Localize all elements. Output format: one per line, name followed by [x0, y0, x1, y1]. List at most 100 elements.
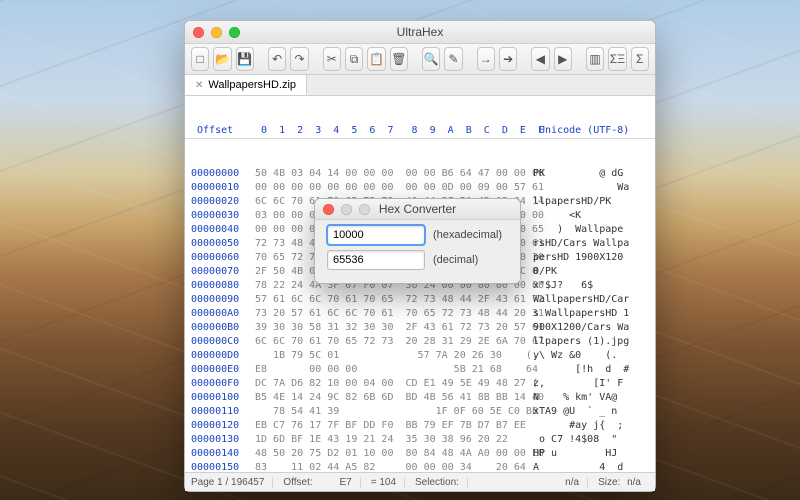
close-icon[interactable] [193, 27, 204, 38]
offset-cell: 00000110 [185, 405, 255, 419]
hex-row[interactable]: 000001301D 6D BF 1E 43 19 21 24 35 30 38… [185, 433, 655, 447]
hex-row[interactable]: 0000015083 11 02 44 A5 82 00 00 00 34 20… [185, 461, 655, 472]
titlebar[interactable]: UltraHex [185, 21, 655, 44]
ascii-cell[interactable]: s WallpapersHD 1 [527, 307, 655, 321]
ascii-cell[interactable]: #ay j{ ; [527, 419, 655, 433]
hex-row[interactable]: 000000B039 30 30 58 31 32 30 30 2F 43 61… [185, 321, 655, 335]
hex-row[interactable]: 000000C06C 6C 70 61 70 65 72 73 20 28 31… [185, 335, 655, 349]
transform-icon[interactable]: ΣΞ [608, 47, 626, 71]
decimal-input[interactable] [327, 250, 425, 270]
hex-row[interactable]: 000000D0 1B 79 5C 01 57 7A 20 26 30 (.y\… [185, 349, 655, 363]
offset-cell: 000000F0 [185, 377, 255, 391]
bytes-cell[interactable]: 00 00 00 00 00 00 00 00 00 00 0D 00 09 0… [255, 181, 527, 195]
ascii-cell[interactable]: llpapers (1).jpg [527, 335, 655, 349]
delete-icon[interactable]: 🗑 [390, 47, 408, 71]
bytes-cell[interactable]: E8 00 00 00 5B 21 68 64 [255, 363, 527, 377]
toolbar: □📂💾 ↶↷ ✂⧉📋🗑 🔍✎ →➔ ◀▶ ▥ΣΞΣ [185, 44, 655, 75]
sigma-icon[interactable]: Σ [631, 47, 649, 71]
bytes-cell[interactable]: DC 7A D6 82 10 00 04 00 CD E1 49 5E 49 4… [255, 377, 527, 391]
ascii-cell[interactable]: x"$J? 6$ [527, 279, 655, 293]
modal-titlebar[interactable]: Hex Converter [315, 199, 520, 220]
redo-icon[interactable]: ↷ [290, 47, 308, 71]
hex-row[interactable]: 0000014048 50 20 75 D2 01 10 00 80 84 48… [185, 447, 655, 461]
new-file-icon[interactable]: □ [191, 47, 209, 71]
ascii-cell[interactable]: ) Wallpape [527, 223, 655, 237]
hex-row[interactable]: 000000E0E8 00 00 00 5B 21 68 64 [!h d # [185, 363, 655, 377]
offset-cell: 00000050 [185, 237, 255, 251]
hex-row[interactable]: 0000000050 4B 03 04 14 00 00 00 00 00 B6… [185, 167, 655, 181]
bytes-cell[interactable]: 1B 79 5C 01 57 7A 20 26 30 (. [255, 349, 527, 363]
step-back-icon[interactable]: ◀ [531, 47, 549, 71]
open-file-icon[interactable]: 📂 [213, 47, 231, 71]
paste-icon[interactable]: 📋 [367, 47, 385, 71]
bytes-cell[interactable]: 73 20 57 61 6C 6C 70 61 70 65 72 73 48 4… [255, 307, 527, 321]
save-icon[interactable]: 💾 [236, 47, 254, 71]
zoom-icon[interactable] [229, 27, 240, 38]
ascii-cell[interactable]: 0/PK [527, 265, 655, 279]
bytes-cell[interactable]: 48 50 20 75 D2 01 10 00 80 84 48 4A A0 0… [255, 447, 527, 461]
undo-icon[interactable]: ↶ [268, 47, 286, 71]
inspect-icon[interactable]: ✎ [444, 47, 462, 71]
ascii-cell[interactable]: [!h d # [527, 363, 655, 377]
nav-back-icon[interactable]: → [477, 47, 495, 71]
ascii-cell[interactable]: o C7 !4$08 " [527, 433, 655, 447]
bytes-cell[interactable]: EB C7 76 17 7F BF DD F0 BB 79 EF 7B D7 B… [255, 419, 527, 433]
cut-icon[interactable]: ✂ [323, 47, 341, 71]
bytes-cell[interactable]: 57 61 6C 6C 70 61 70 65 72 73 48 44 2F 4… [255, 293, 527, 307]
offset-cell: 00000040 [185, 223, 255, 237]
ascii-cell[interactable]: llpapersHD/PK [527, 195, 655, 209]
hex-converter-dialog[interactable]: Hex Converter (hexadecimal) (decimal) [314, 198, 521, 284]
status-selection: Selection: [415, 477, 468, 488]
copy-icon[interactable]: ⧉ [345, 47, 363, 71]
bytes-cell[interactable]: 50 4B 03 04 14 00 00 00 00 00 B6 64 47 0… [255, 167, 527, 181]
hex-row[interactable]: 0000001000 00 00 00 00 00 00 00 00 00 0D… [185, 181, 655, 195]
hex-row[interactable]: 0000009057 61 6C 6C 70 61 70 65 72 73 48… [185, 293, 655, 307]
offset-cell: 00000010 [185, 181, 255, 195]
hex-row[interactable]: 00000110 78 54 41 39 1F 0F 60 5E C0 BBxT… [185, 405, 655, 419]
bytes-cell[interactable]: 6C 6C 70 61 70 65 72 73 20 28 31 29 2E 6… [255, 335, 527, 349]
offset-cell: 00000100 [185, 391, 255, 405]
ascii-cell[interactable]: WallpapersHD/Car [527, 293, 655, 307]
offset-cell: 00000020 [185, 195, 255, 209]
nav-fwd-icon[interactable]: ➔ [499, 47, 517, 71]
close-icon[interactable] [323, 204, 334, 215]
ascii-cell[interactable]: persHD 1900X120 [527, 251, 655, 265]
ascii-cell[interactable]: 900X1200/Cars Wa [527, 321, 655, 335]
ascii-cell[interactable]: <K [527, 209, 655, 223]
ascii-cell[interactable]: z, [I' F [527, 377, 655, 391]
tab-file[interactable]: ✕ WallpapersHD.zip [185, 75, 307, 95]
ascii-cell[interactable]: rsHD/Cars Wallpa [527, 237, 655, 251]
step-fwd-icon[interactable]: ▶ [554, 47, 572, 71]
offset-cell: 00000080 [185, 279, 255, 293]
status-bar: Page 1 / 196457 Offset: E7 = 104 Selecti… [185, 472, 655, 491]
hex-row[interactable]: 000000A073 20 57 61 6C 6C 70 61 70 65 72… [185, 307, 655, 321]
hex-view[interactable]: Offset 0 1 2 3 4 5 6 7 8 9 A B C D E F U… [185, 96, 655, 472]
hex-row[interactable]: 00000100B5 4E 14 24 9C 82 6B 6D BD 4B 56… [185, 391, 655, 405]
hex-row[interactable]: 000000F0DC 7A D6 82 10 00 04 00 CD E1 49… [185, 377, 655, 391]
columns-icon[interactable]: ▥ [586, 47, 604, 71]
bytes-cell[interactable]: 83 11 02 44 A5 82 00 00 00 34 20 64 [255, 461, 527, 472]
offset-cell: 00000030 [185, 209, 255, 223]
zoom-icon[interactable] [359, 204, 370, 215]
hex-input[interactable] [327, 225, 425, 245]
minimize-icon[interactable] [341, 204, 352, 215]
ascii-cell[interactable]: Wa [527, 181, 655, 195]
status-eq: = 104 [371, 477, 405, 488]
ascii-cell[interactable]: N % km' VA@ [527, 391, 655, 405]
ascii-cell[interactable]: PK @ dG [527, 167, 655, 181]
ascii-cell[interactable]: HP u HJ [527, 447, 655, 461]
bytes-cell[interactable]: 39 30 30 58 31 32 30 30 2F 43 61 72 73 2… [255, 321, 527, 335]
bytes-cell[interactable]: B5 4E 14 24 9C 82 6B 6D BD 4B 56 41 8B B… [255, 391, 527, 405]
tab-label: WallpapersHD.zip [208, 79, 296, 91]
ascii-cell[interactable]: y\ Wz &0 (. [527, 349, 655, 363]
hex-row[interactable]: 00000120EB C7 76 17 7F BF DD F0 BB 79 EF… [185, 419, 655, 433]
bytes-cell[interactable]: 78 54 41 39 1F 0F 60 5E C0 BB [255, 405, 527, 419]
minimize-icon[interactable] [211, 27, 222, 38]
decimal-label: (decimal) [433, 254, 478, 266]
close-tab-icon[interactable]: ✕ [195, 80, 203, 91]
search-icon[interactable]: 🔍 [422, 47, 440, 71]
ascii-cell[interactable]: xTA9 @U ` _ n [527, 405, 655, 419]
offset-cell: 000000A0 [185, 307, 255, 321]
bytes-cell[interactable]: 1D 6D BF 1E 43 19 21 24 35 30 38 96 20 2… [255, 433, 527, 447]
ascii-cell[interactable]: A 4 d [527, 461, 655, 472]
